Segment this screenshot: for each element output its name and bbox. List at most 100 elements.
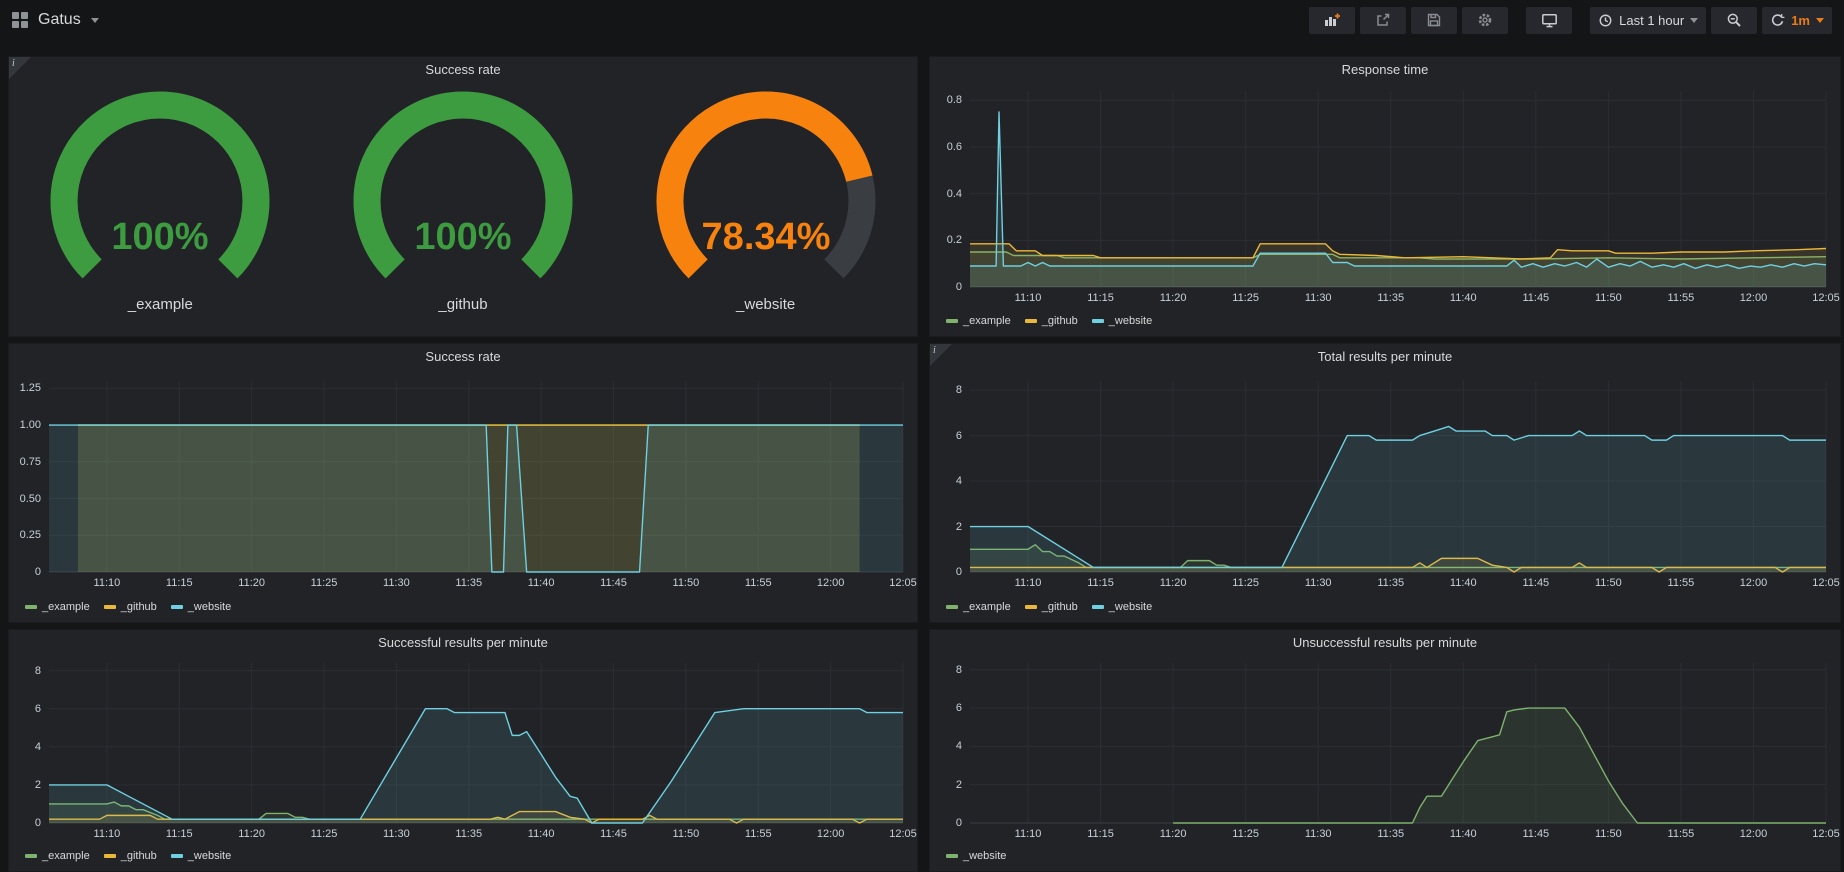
x-tick-label: 12:00 [817,577,845,589]
add-panel-button[interactable] [1309,7,1355,34]
y-tick-label: 0 [35,817,41,829]
x-tick-label: 11:20 [1160,577,1187,589]
gauge-_example: 100%_example [35,89,285,313]
x-tick-label: 11:20 [1160,292,1187,304]
gauge-_website: 78.34%_website [641,89,891,313]
legend-item[interactable]: _website [171,850,231,862]
legend-swatch-icon [946,605,958,609]
gauge-series-label: _example [35,296,285,313]
legend-item[interactable]: _website [946,850,1006,862]
y-tick-label: 0.25 [20,529,41,541]
y-tick-label: 4 [956,740,962,752]
x-tick-label: 11:15 [1087,292,1114,304]
x-tick-label: 12:00 [817,828,845,840]
panel-response-time: Response time 11:1011:1511:2011:2511:301… [929,56,1841,337]
y-tick-label: 2 [35,779,41,791]
legend-swatch-icon [171,605,183,609]
refresh-icon [1770,13,1785,28]
legend-item[interactable]: _example [25,850,90,862]
chart-plot[interactable]: 11:1011:1511:2011:2511:3011:3511:4011:45… [49,381,903,572]
x-tick-label: 12:05 [1812,577,1840,589]
legend-label: _example [963,601,1011,613]
x-tick-label: 11:55 [1668,577,1695,589]
legend-swatch-icon [25,854,37,858]
legend-item[interactable]: _example [946,601,1011,613]
chart-plot[interactable]: 11:1011:1511:2011:2511:3011:3511:4011:45… [970,91,1826,287]
y-tick-label: 1.25 [20,382,41,394]
x-tick-label: 11:40 [1450,577,1477,589]
x-tick-label: 12:00 [1740,577,1768,589]
panel-title[interactable]: Response time [930,57,1840,83]
legend-item[interactable]: _github [1025,315,1078,327]
panel-info-icon[interactable]: i [9,57,31,79]
time-range-button[interactable]: Last 1 hour [1590,7,1706,34]
chart-plot[interactable]: 11:1011:1511:2011:2511:3011:3511:4011:45… [49,663,903,823]
y-tick-label: 8 [35,665,41,677]
x-tick-label: 11:45 [1522,577,1549,589]
x-tick-label: 11:55 [745,828,772,840]
panel-title[interactable]: Unsuccessful results per minute [930,630,1840,656]
y-tick-label: 0.4 [947,188,962,200]
gauge-value-text: 100% [414,216,511,258]
legend-swatch-icon [1092,319,1104,323]
y-tick-label: 1.00 [20,419,41,431]
gauge-series-label: _website [641,296,891,313]
dashboards-grid-icon[interactable] [12,12,28,28]
chart-legend: _example _github _website [946,315,1152,327]
series-area-_website [49,425,903,572]
x-tick-label: 11:35 [1377,828,1404,840]
add-panel-icon [1323,12,1341,28]
x-tick-label: 11:35 [1377,577,1404,589]
x-tick-label: 11:40 [528,828,555,840]
dashboard-title[interactable]: Gatus [38,11,81,29]
share-button[interactable] [1360,7,1406,34]
chart-legend: _example _github _website [946,601,1152,613]
y-tick-label: 0 [956,817,962,829]
dashboard-picker[interactable]: Gatus [12,11,99,29]
legend-swatch-icon [946,319,958,323]
y-tick-label: 2 [956,521,962,533]
legend-label: _github [121,601,157,613]
legend-swatch-icon [104,854,116,858]
legend-item[interactable]: _example [25,601,90,613]
panel-unsuccessful-results: Unsuccessful results per minute 11:1011:… [929,629,1841,872]
legend-item[interactable]: _github [104,601,157,613]
series-area-_website [1173,708,1826,823]
legend-item[interactable]: _website [1092,601,1152,613]
x-tick-label: 11:15 [166,828,193,840]
legend-label: _github [1042,315,1078,327]
legend-item[interactable]: _github [1025,601,1078,613]
x-tick-label: 11:40 [1450,828,1477,840]
clock-icon [1598,13,1613,28]
panel-info-icon[interactable]: i [930,344,952,366]
x-tick-label: 11:55 [745,577,772,589]
series-area-_website [970,426,1826,572]
legend-swatch-icon [1092,605,1104,609]
legend-item[interactable]: _website [171,601,231,613]
y-tick-label: 0.2 [947,234,962,246]
x-tick-label: 12:05 [889,577,917,589]
save-button[interactable] [1411,7,1457,34]
legend-item[interactable]: _github [104,850,157,862]
panel-title[interactable]: Success rate [9,57,917,83]
legend-item[interactable]: _website [1092,315,1152,327]
legend-label: _example [963,315,1011,327]
panel-title[interactable]: Success rate [9,344,917,370]
panel-title[interactable]: Total results per minute [930,344,1840,370]
legend-swatch-icon [171,854,183,858]
chart-plot[interactable]: 11:1011:1511:2011:2511:3011:3511:4011:45… [970,663,1826,823]
zoom-out-button[interactable] [1711,7,1757,34]
legend-swatch-icon [1025,605,1037,609]
gauge-_github: 100%_github [338,89,588,313]
settings-button[interactable] [1462,7,1508,34]
x-tick-label: 11:50 [1595,292,1622,304]
y-tick-label: 8 [956,384,962,396]
refresh-button[interactable]: 1m [1762,7,1832,34]
chart-plot[interactable]: 11:1011:1511:2011:2511:3011:3511:4011:45… [970,381,1826,572]
legend-item[interactable]: _example [946,315,1011,327]
legend-label: _website [188,601,231,613]
legend-label: _github [1042,601,1078,613]
tv-mode-button[interactable] [1526,7,1572,34]
x-tick-label: 11:45 [1522,292,1549,304]
panel-title[interactable]: Successful results per minute [9,630,917,656]
